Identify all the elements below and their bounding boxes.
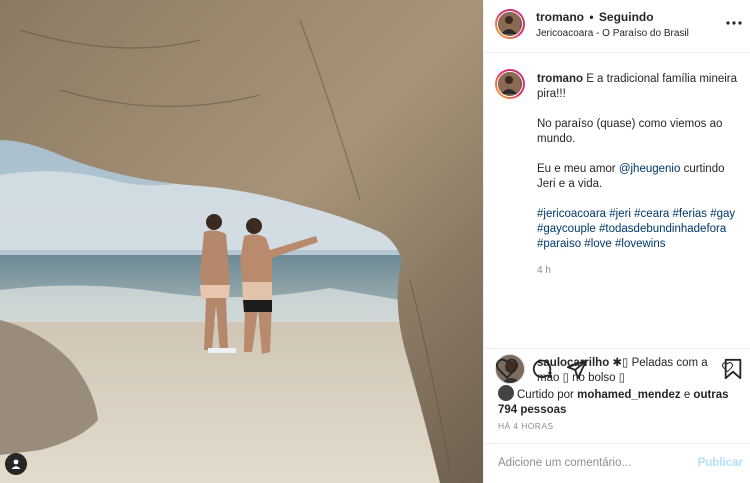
caption-text: tromano E a tradicional família mineira … <box>537 72 743 278</box>
share-icon <box>566 359 588 380</box>
liker-username[interactable]: mohamed_mendez <box>577 389 681 401</box>
heart-icon <box>496 358 518 379</box>
post-photo[interactable] <box>0 0 483 483</box>
likes-summary: Curtido por mohamed_mendez e outras 794 … <box>498 385 738 418</box>
share-button[interactable] <box>566 358 588 380</box>
caption-line-1: tromano E a tradicional família mineira … <box>537 72 743 102</box>
beach-rock-arch-image <box>0 0 483 483</box>
author-username[interactable]: tromano <box>536 10 584 24</box>
more-options-button[interactable] <box>726 12 742 28</box>
publish-button[interactable]: Publicar <box>698 457 743 469</box>
actions-section: Curtido por mohamed_mendez e outras 794 … <box>484 348 750 483</box>
caption-username[interactable]: tromano <box>537 73 583 85</box>
following-button[interactable]: Seguindo <box>599 10 654 24</box>
caption-avatar[interactable] <box>495 69 525 99</box>
comment-composer: Adicione um comentário... Publicar <box>484 443 750 483</box>
bookmark-icon <box>724 358 742 380</box>
header-user-line: tromano • Seguindo <box>536 10 654 24</box>
likes-prefix: Curtido por <box>517 389 578 401</box>
tagged-users-button[interactable] <box>5 453 27 475</box>
caption-line-2: No paraíso (quase) como viemos ao mundo. <box>537 118 723 145</box>
caption-section: tromano E a tradicional família mineira … <box>484 54 750 384</box>
liker-avatar[interactable] <box>498 385 514 401</box>
caption-line-3: Eu e meu amor @jheugenio curtindo Jeri e… <box>537 162 743 192</box>
caption-time: 4 h <box>537 265 551 276</box>
post-header: tromano • Seguindo Jericoacoara - O Para… <box>484 0 750 53</box>
comment-icon <box>532 359 553 379</box>
action-icons <box>496 358 588 380</box>
likes-middle: e <box>680 389 694 401</box>
like-button[interactable] <box>496 358 518 380</box>
comment-input[interactable]: Adicione um comentário... <box>498 457 631 469</box>
post-timestamp[interactable]: HÁ 4 HORAS <box>498 421 554 431</box>
comment-button[interactable] <box>531 358 553 380</box>
hashtags[interactable]: #jericoacoara #jeri #ceara #ferias #gay … <box>537 207 743 252</box>
mention-link[interactable]: @jheugenio <box>619 163 681 175</box>
author-avatar[interactable] <box>495 9 525 39</box>
header-separator: • <box>589 10 594 24</box>
caption-text-3a: Eu e meu amor <box>537 163 619 175</box>
more-horizontal-icon <box>726 21 742 25</box>
post-location[interactable]: Jericoacoara - O Paraíso do Brasil <box>536 28 689 39</box>
save-button[interactable] <box>723 358 745 380</box>
instagram-post: tromano • Seguindo Jericoacoara - O Para… <box>0 0 750 483</box>
post-side-panel: tromano • Seguindo Jericoacoara - O Para… <box>483 0 750 483</box>
user-tag-icon <box>11 459 21 469</box>
